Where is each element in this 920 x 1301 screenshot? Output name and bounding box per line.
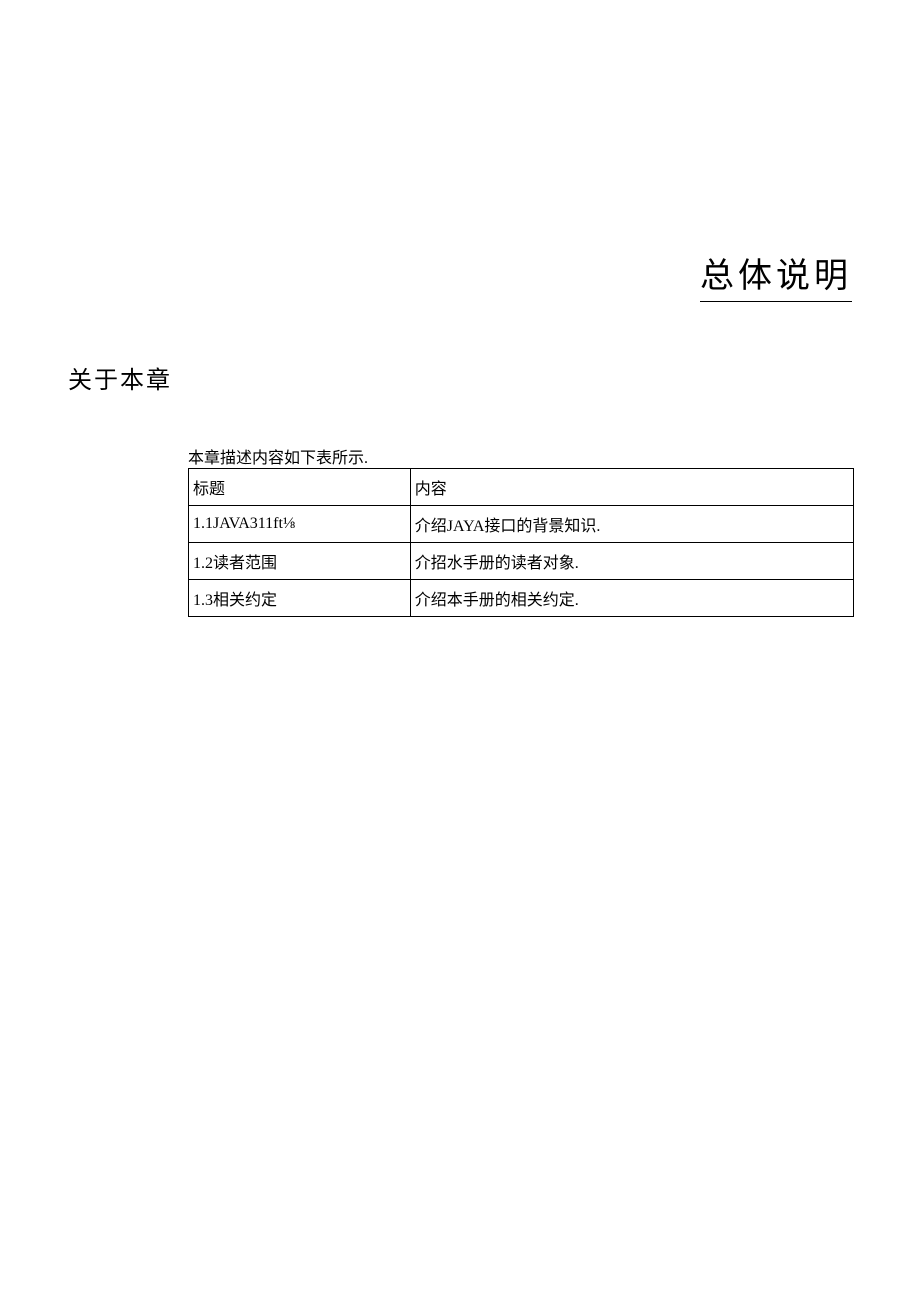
table-row: 1.1JAVA311ft⅛ 介绍JAYA接口的背景知识. — [189, 506, 854, 543]
table-cell-content: 介绍JAYA接口的背景知识. — [410, 506, 853, 543]
table-cell-title: 1.1JAVA311ft⅛ — [189, 506, 411, 543]
table-header-content: 内容 — [410, 469, 853, 506]
content-table: 标题 内容 1.1JAVA311ft⅛ 介绍JAYA接口的背景知识. 1.2读者… — [188, 468, 854, 617]
table-row: 1.3相关约定 介绍本手册的相关约定. — [189, 580, 854, 617]
page: 总体说明 关于本章 本章描述内容如下表所示. 标题 内容 1.1JAVA311f… — [0, 0, 920, 1301]
table-caption: 本章描述内容如下表所示. — [188, 444, 368, 468]
page-title: 总体说明 — [700, 248, 852, 302]
table-cell-content: 介招水手册的读者对象. — [410, 543, 853, 580]
section-heading: 关于本章 — [68, 360, 172, 395]
table-row: 1.2读者范围 介招水手册的读者对象. — [189, 543, 854, 580]
table-cell-title: 1.3相关约定 — [189, 580, 411, 617]
table-cell-title: 1.2读者范围 — [189, 543, 411, 580]
table-cell-content: 介绍本手册的相关约定. — [410, 580, 853, 617]
table-header-title: 标题 — [189, 469, 411, 506]
table-header-row: 标题 内容 — [189, 469, 854, 506]
